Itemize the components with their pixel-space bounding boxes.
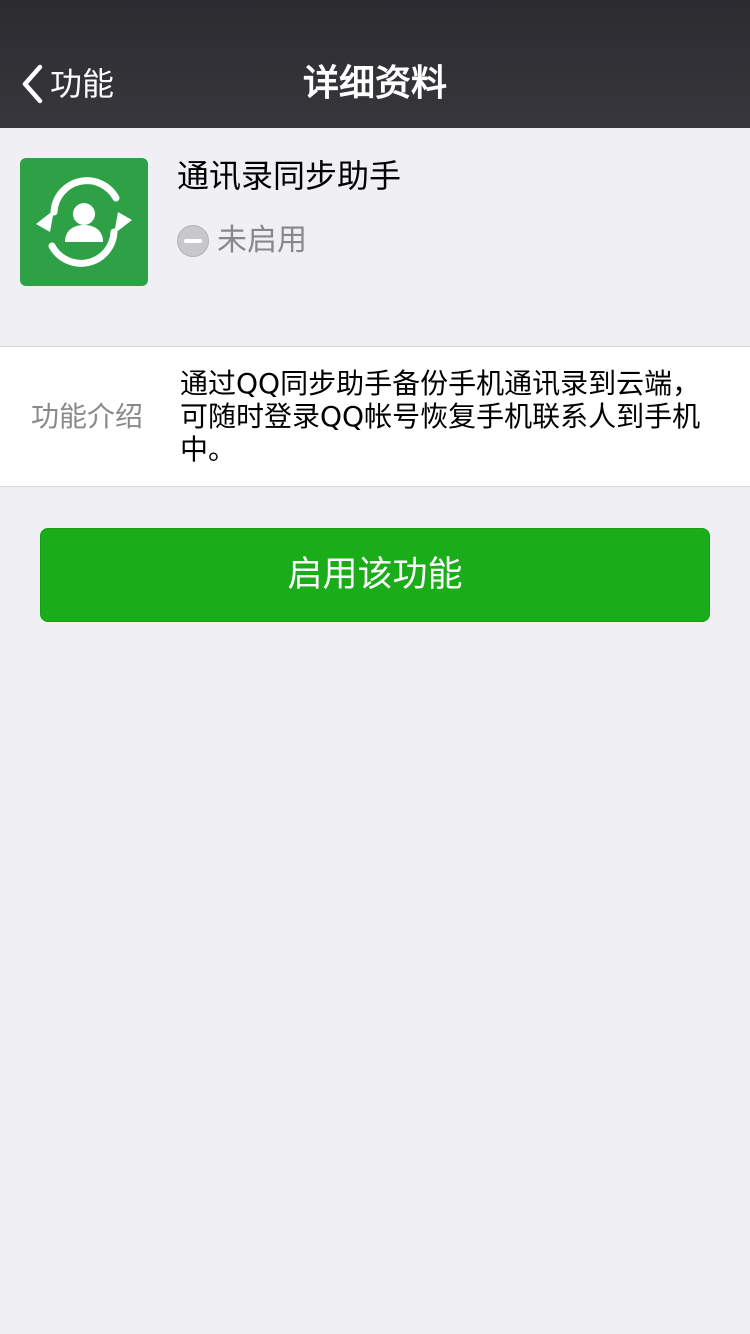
intro-text: 通过QQ同步助手备份手机通讯录到云端，可随时登录QQ帐号恢复手机联系人到手机中。: [180, 367, 701, 466]
enable-feature-button[interactable]: 启用该功能: [40, 528, 710, 622]
page-title: 详细资料: [302, 63, 447, 104]
intro-label: 功能介绍: [31, 400, 144, 433]
disabled-minus-icon: [177, 225, 209, 257]
status-text: 未启用: [217, 223, 307, 258]
screen: 功能 详细资料 通讯录同步助手 未启用 功能介绍 通过QQ同步助手备份手机通讯录…: [0, 0, 750, 1334]
plugin-name: 通讯录同步助手: [177, 157, 402, 195]
plugin-status: 未启用: [177, 222, 307, 260]
intro-cell: 功能介绍 通过QQ同步助手备份手机通讯录到云端，可随时登录QQ帐号恢复手机联系人…: [0, 346, 750, 487]
navigation-bar: 功能 详细资料: [0, 0, 750, 128]
contact-sync-icon: [20, 158, 148, 286]
